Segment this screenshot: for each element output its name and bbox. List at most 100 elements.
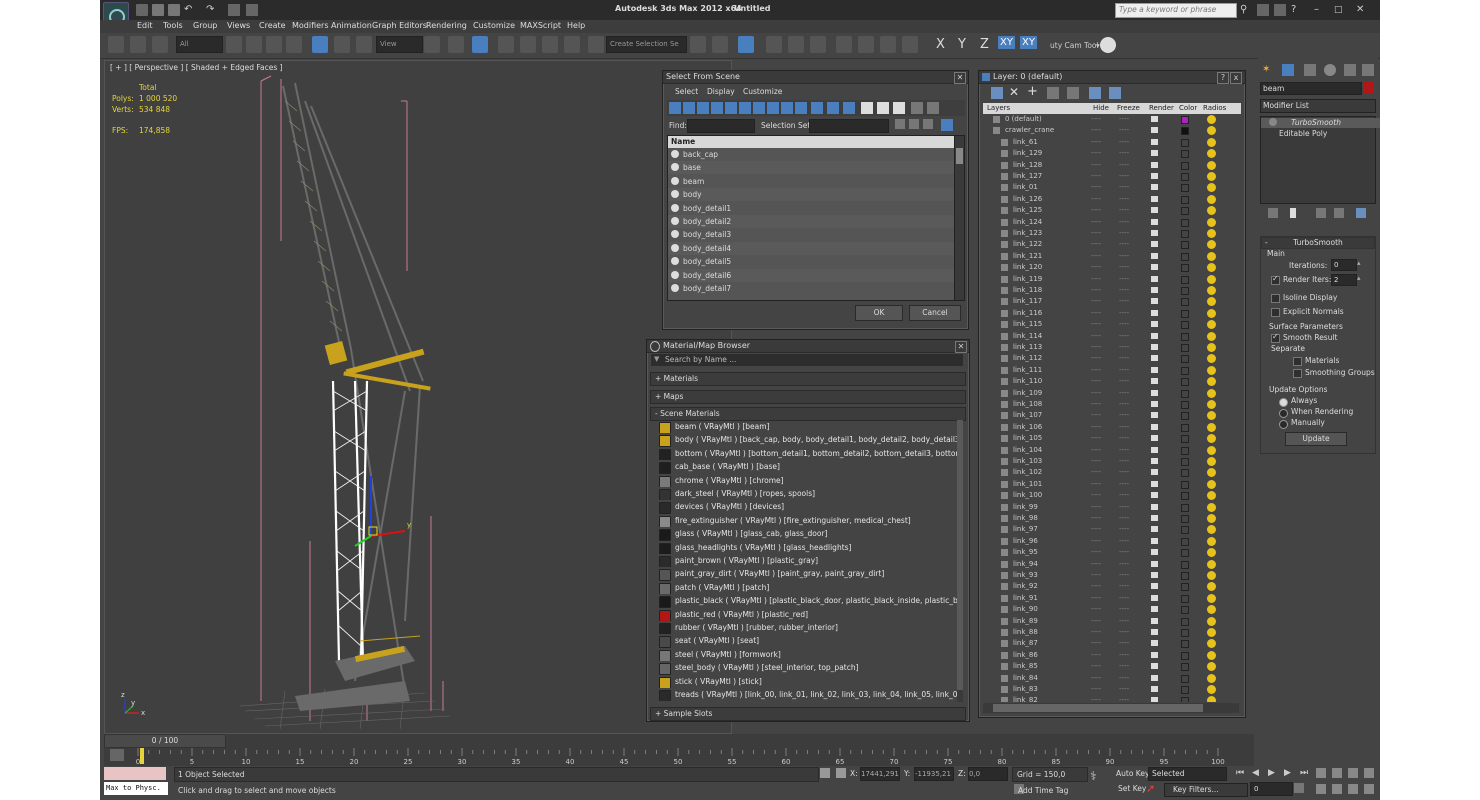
layer-row[interactable]: link_84 ---- ---- bbox=[983, 673, 1235, 684]
scene-object-row[interactable]: body bbox=[668, 188, 954, 202]
layer-hide-toggle[interactable]: ---- bbox=[1091, 433, 1101, 444]
always-radio[interactable] bbox=[1279, 398, 1288, 407]
layer-row[interactable]: link_101 ---- ---- bbox=[983, 479, 1235, 490]
iterations-spinner-arrows[interactable]: ▴ bbox=[1357, 259, 1361, 267]
render-teapot-icon[interactable] bbox=[1151, 537, 1158, 544]
layer-color-swatch[interactable] bbox=[1181, 366, 1189, 375]
cancel-button[interactable]: Cancel bbox=[909, 305, 961, 321]
graphite-modeling-tools-icon[interactable] bbox=[766, 36, 782, 53]
layer-row[interactable]: link_109 ---- ---- bbox=[983, 388, 1235, 399]
render-teapot-icon[interactable] bbox=[1151, 366, 1158, 373]
y-coordinate-field[interactable]: -11935,21 bbox=[914, 767, 954, 781]
layer-hide-toggle[interactable]: ---- bbox=[1091, 673, 1101, 684]
radiosity-icon[interactable] bbox=[1207, 571, 1216, 580]
angle-snap-icon[interactable] bbox=[520, 36, 536, 53]
radiosity-icon[interactable] bbox=[1207, 206, 1216, 216]
select-tab[interactable]: Select bbox=[675, 87, 698, 96]
render-iters-spinner-arrows[interactable]: ▴ bbox=[1357, 274, 1361, 282]
stack-item-turbosmooth[interactable]: TurboSmooth bbox=[1261, 118, 1380, 128]
open-file-icon[interactable] bbox=[152, 4, 164, 16]
layer-color-swatch[interactable] bbox=[1181, 378, 1189, 387]
layer-freeze-toggle[interactable]: ---- bbox=[1119, 673, 1129, 684]
layer-freeze-toggle[interactable]: ---- bbox=[1119, 251, 1129, 262]
separate-smoothing-groups-checkbox[interactable] bbox=[1293, 369, 1302, 378]
schematic-view-icon[interactable] bbox=[810, 36, 826, 53]
layer-hide-toggle[interactable]: ---- bbox=[1091, 331, 1101, 342]
scene-material-item[interactable]: rubber ( VRayMtl ) [rubber, rubber_inter… bbox=[659, 621, 957, 635]
layer-hide-toggle[interactable]: ---- bbox=[1091, 467, 1101, 478]
window-crossing-icon[interactable] bbox=[286, 36, 302, 53]
layer-freeze-toggle[interactable]: ---- bbox=[1119, 365, 1129, 376]
layer-hide-toggle[interactable]: ---- bbox=[1091, 684, 1101, 695]
time-slider[interactable]: 0 / 100 bbox=[104, 734, 226, 748]
project-folder-icon[interactable] bbox=[246, 4, 258, 16]
layer-color-swatch[interactable] bbox=[1181, 138, 1189, 147]
layer-color-swatch[interactable] bbox=[1181, 526, 1189, 535]
render-teapot-icon[interactable] bbox=[1151, 446, 1158, 453]
hold-icon[interactable] bbox=[228, 4, 240, 16]
display-hidden-icon[interactable] bbox=[827, 102, 839, 114]
layer-freeze-toggle[interactable]: ---- bbox=[1119, 593, 1129, 604]
radiosity-icon[interactable] bbox=[1207, 137, 1216, 147]
radiosity-icon[interactable] bbox=[1207, 536, 1216, 546]
render-production-icon[interactable] bbox=[902, 36, 918, 53]
layer-color-swatch[interactable] bbox=[1181, 480, 1189, 489]
layer-color-swatch[interactable] bbox=[1181, 640, 1189, 649]
radiosity-icon[interactable] bbox=[1207, 502, 1216, 512]
display-helpers-icon[interactable] bbox=[725, 102, 737, 114]
layer-row[interactable]: link_127 ---- ---- bbox=[983, 171, 1235, 182]
layer-row[interactable]: link_106 ---- ---- bbox=[983, 422, 1235, 433]
modify-tab-icon[interactable] bbox=[1282, 64, 1294, 76]
modifier-list-dropdown[interactable]: Modifier List bbox=[1260, 99, 1376, 113]
layer-row[interactable]: link_91 ---- ---- bbox=[983, 593, 1235, 604]
z-coordinate-field[interactable]: 0,0 bbox=[968, 767, 1008, 781]
select-and-rotate-icon[interactable] bbox=[334, 36, 350, 53]
layer-color-swatch[interactable] bbox=[1181, 594, 1189, 603]
render-teapot-icon[interactable] bbox=[1151, 230, 1158, 236]
layer-freeze-toggle[interactable]: ---- bbox=[1119, 616, 1129, 627]
render-teapot-icon[interactable] bbox=[1151, 184, 1158, 191]
render-teapot-icon[interactable] bbox=[1151, 526, 1158, 533]
render-teapot-icon[interactable] bbox=[1151, 378, 1158, 385]
radiosity-icon[interactable] bbox=[1207, 274, 1216, 284]
layer-hide-toggle[interactable]: ---- bbox=[1091, 148, 1101, 159]
layer-color-swatch[interactable] bbox=[1181, 537, 1189, 546]
display-shapes-icon[interactable] bbox=[683, 102, 695, 114]
layer-color-swatch[interactable] bbox=[1181, 686, 1189, 694]
layer-hide-toggle[interactable]: ---- bbox=[1091, 445, 1101, 456]
layer-freeze-toggle[interactable]: ---- bbox=[1119, 490, 1129, 501]
render-teapot-icon[interactable] bbox=[1151, 617, 1158, 624]
scene-material-item[interactable]: plastic_red ( VRayMtl ) [plastic_red] bbox=[659, 608, 957, 621]
render-setup-icon[interactable] bbox=[858, 36, 874, 53]
display-geometry-icon[interactable] bbox=[669, 102, 681, 114]
layer-horizontal-scrollbar[interactable] bbox=[983, 703, 1239, 713]
stack-item-editable-poly[interactable]: Editable Poly bbox=[1261, 129, 1380, 139]
layer-color-swatch[interactable] bbox=[1181, 492, 1189, 501]
radiosity-icon[interactable] bbox=[1207, 343, 1216, 352]
radiosity-icon[interactable] bbox=[1207, 217, 1216, 227]
layer-freeze-toggle[interactable]: ---- bbox=[1119, 182, 1129, 193]
display-cameras-icon[interactable] bbox=[711, 102, 723, 114]
layer-hide-toggle[interactable]: ---- bbox=[1091, 627, 1101, 638]
render-teapot-icon[interactable] bbox=[1151, 344, 1158, 350]
radiosity-icon[interactable] bbox=[1207, 616, 1216, 626]
layer-row[interactable]: link_93 ---- ---- bbox=[983, 570, 1235, 581]
radiosity-icon[interactable] bbox=[1207, 422, 1216, 432]
scene-material-item[interactable]: glass_headlights ( VRayMtl ) [glass_head… bbox=[659, 541, 957, 554]
separate-materials-checkbox[interactable] bbox=[1293, 357, 1302, 366]
maps-section[interactable]: + Maps bbox=[650, 390, 966, 404]
radiosity-icon[interactable] bbox=[1207, 639, 1216, 649]
radiosity-icon[interactable] bbox=[1207, 263, 1216, 273]
layer-manager-icon[interactable] bbox=[738, 36, 754, 53]
turbosmooth-rollout-header[interactable]: - TurboSmooth bbox=[1261, 237, 1375, 249]
menu-animation[interactable]: Animation bbox=[331, 21, 372, 30]
layer-row[interactable]: link_122 ---- ---- bbox=[983, 239, 1235, 250]
find-input[interactable] bbox=[687, 119, 755, 133]
save-file-icon[interactable] bbox=[168, 4, 180, 16]
layer-freeze-toggle[interactable]: ---- bbox=[1119, 388, 1129, 399]
highlight-selected-icon[interactable] bbox=[1067, 87, 1079, 99]
radiosity-icon[interactable] bbox=[1207, 149, 1216, 159]
layer-color-swatch[interactable] bbox=[1181, 549, 1189, 558]
open-mini-curve-editor-icon[interactable] bbox=[110, 749, 124, 761]
layer-hide-toggle[interactable]: ---- bbox=[1091, 422, 1101, 433]
